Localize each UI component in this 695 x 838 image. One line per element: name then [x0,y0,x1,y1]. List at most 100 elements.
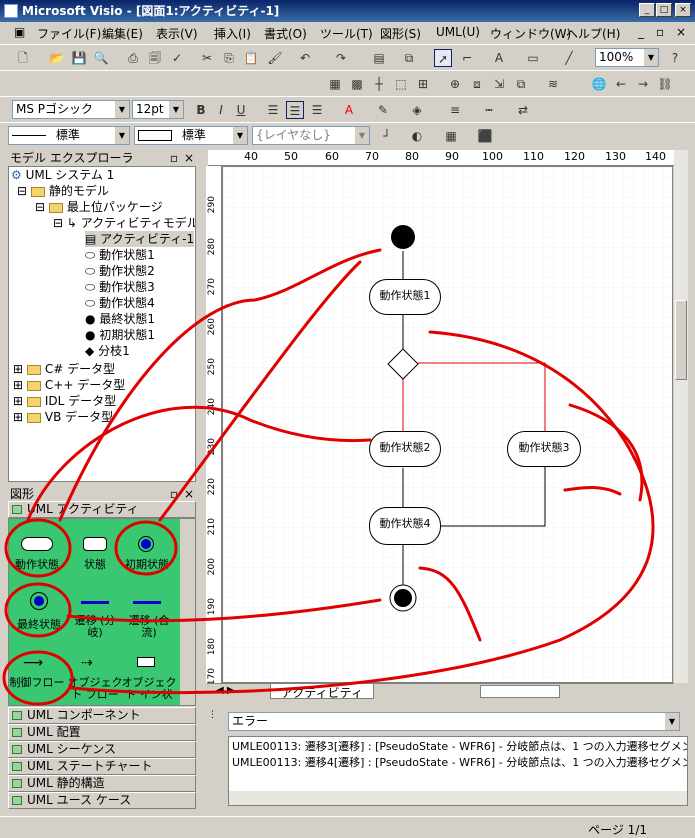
fill-style-select[interactable]: 標準 ▼ [134,126,248,145]
align-right-icon[interactable]: ☰ [308,101,326,119]
vertical-scrollbar[interactable] [674,150,688,683]
underline-icon[interactable]: U [232,101,250,119]
tree-item-csharp[interactable]: ⊞ C# データ型 [13,361,115,377]
print-preview-icon[interactable]: 🗐 [146,49,164,67]
font-color-icon[interactable]: A [340,101,358,119]
final-state-shape-icon[interactable] [31,593,47,609]
stencil-tab-uml-activity[interactable]: UML アクティビティ [8,501,196,518]
web-icon[interactable]: 🌐 [590,75,608,93]
fill-color-icon[interactable]: ◈ [408,101,426,119]
close-icon[interactable]: × [675,3,691,17]
menu-tools[interactable]: ツール(T) [320,25,373,42]
page-nav-icon[interactable]: ◀ ▶ [216,685,235,696]
control-flow-shape-icon[interactable]: ⟶ [23,655,43,671]
doc-close-icon[interactable]: × [676,25,686,39]
line-weight-icon[interactable]: ≡ [446,101,464,119]
text-icon[interactable]: A [490,49,508,67]
menu-shape[interactable]: 図形(S) [380,25,421,42]
chevron-down-icon[interactable]: ▼ [115,127,129,144]
minimize-icon[interactable]: _ [639,3,655,17]
tree-item-action-state[interactable]: ⬭ 動作状態2 [85,263,155,279]
stencil-tab[interactable]: UML 配置 [8,724,196,741]
menu-window[interactable]: ウィンドウ(W) [490,25,571,42]
object-flow-shape-icon[interactable]: ⇢ [81,655,93,671]
pattern-icon[interactable]: ▦ [442,127,460,145]
print-icon[interactable]: ⎙ [124,49,142,67]
object-in-state-shape-icon[interactable] [137,657,155,667]
connection-point-icon[interactable]: ⊞ [414,75,432,93]
visio-icon[interactable] [4,4,18,18]
line-pattern-icon[interactable]: ┅ [480,101,498,119]
menu-view[interactable]: 表示(V) [156,25,198,42]
expand-icon[interactable]: ⊞ [13,378,23,392]
tree-item-initial-state[interactable]: ● 初期状態1 [85,327,155,343]
connector-tool-icon[interactable]: ┘ [378,127,396,145]
stencil-scrollbar[interactable] [180,519,195,705]
state-shape-icon[interactable] [83,537,107,551]
bold-icon[interactable]: B [192,101,210,119]
pane-close-icon[interactable]: × [184,486,194,502]
initial-state[interactable] [391,225,415,249]
action-state-1[interactable]: 動作状態1 [369,279,441,315]
stencil-tab[interactable]: UML シーケンス [8,741,196,758]
rectangle-icon[interactable]: ▭ [524,49,542,67]
action-state-shape-icon[interactable] [21,537,53,551]
line-ends-icon[interactable]: ⇄ [514,101,532,119]
join-shape-icon[interactable] [133,601,161,604]
page-tab[interactable]: アクティビティ [270,684,374,700]
layers-icon[interactable]: ≋ [544,75,562,93]
collapse-icon[interactable]: ⊟ [17,184,27,198]
align-left-icon[interactable]: ☰ [264,101,282,119]
help-icon[interactable]: ? [666,49,684,67]
grid-icon[interactable]: ▩ [348,75,366,93]
expand-icon[interactable]: ⊞ [13,394,23,408]
stencil-tab[interactable]: UML 静的構造 [8,775,196,792]
font-size-select[interactable]: 12pt ▼ [132,100,184,119]
chevron-down-icon[interactable]: ▼ [355,127,369,144]
collapse-icon[interactable]: ⊟ [35,200,45,214]
font-select[interactable]: MS Pゴシック ▼ [12,100,130,119]
tree-item-action-state[interactable]: ⬭ 動作状態3 [85,279,155,295]
stencil-tab[interactable]: UML ステートチャート [8,758,196,775]
tree-item-idl[interactable]: ⊞ IDL データ型 [13,393,116,409]
line-icon[interactable]: ╱ [560,49,578,67]
shape-style-icon[interactable]: ⬛ [476,127,494,145]
doc-minimize-icon[interactable]: _ [638,25,644,39]
action-state-3[interactable]: 動作状態3 [507,431,581,467]
snap-icon[interactable]: ⬚ [392,75,410,93]
drawing-explorer-icon[interactable]: ⧉ [512,75,530,93]
size-icon[interactable]: ⇲ [490,75,508,93]
maximize-icon[interactable]: □ [656,3,672,17]
connector-icon[interactable]: ⌐ [458,49,476,67]
open-icon[interactable]: 📂 [48,49,66,67]
tree-item-final-state[interactable]: ● 最終状態1 [85,311,155,327]
chevron-down-icon[interactable]: ▼ [233,127,247,144]
guide-icon[interactable]: ┼ [370,75,388,93]
stencil-icon[interactable]: ▤ [370,49,388,67]
undo-icon[interactable]: ↶ [296,49,314,67]
pan-zoom-icon[interactable]: ⧈ [468,75,486,93]
error-horizontal-scrollbar[interactable] [229,791,687,805]
preview-icon[interactable]: 🔍 [92,49,110,67]
hyperlink-icon[interactable]: ⛓ [656,75,674,93]
drawing-canvas[interactable]: 動作状態1 動作状態2 動作状態3 動作状態4 [222,166,673,683]
stencil-tab[interactable]: UML コンポーネント [8,707,196,724]
tree-item-activity[interactable]: ▤ アクティビティ-1 [85,231,195,247]
line-style-select[interactable]: 標準 ▼ [8,126,130,145]
tree-item-action-state[interactable]: ⬭ 動作状態4 [85,295,155,311]
stencil-tab[interactable]: UML ユース ケース [8,792,196,809]
spell-icon[interactable]: ✓ [168,49,186,67]
collapse-icon[interactable]: ⊟ [53,216,63,230]
expand-icon[interactable]: ⊞ [13,410,23,424]
tree-item-cpp[interactable]: ⊞ C++ データ型 [13,377,125,393]
doc-restore-icon[interactable]: ▫ [656,25,664,39]
chevron-down-icon[interactable]: ▼ [169,101,183,118]
chevron-down-icon[interactable]: ▼ [115,101,129,118]
italic-icon[interactable]: I [212,101,230,119]
menu-format[interactable]: 書式(O) [264,25,307,42]
chevron-down-icon[interactable]: ▼ [665,713,679,730]
zoom-icon[interactable]: ⊕ [446,75,464,93]
error-filter-select[interactable]: エラー ▼ [228,712,680,731]
doc-icon[interactable]: ▣ [14,25,25,39]
menu-insert[interactable]: 挿入(I) [214,25,251,42]
